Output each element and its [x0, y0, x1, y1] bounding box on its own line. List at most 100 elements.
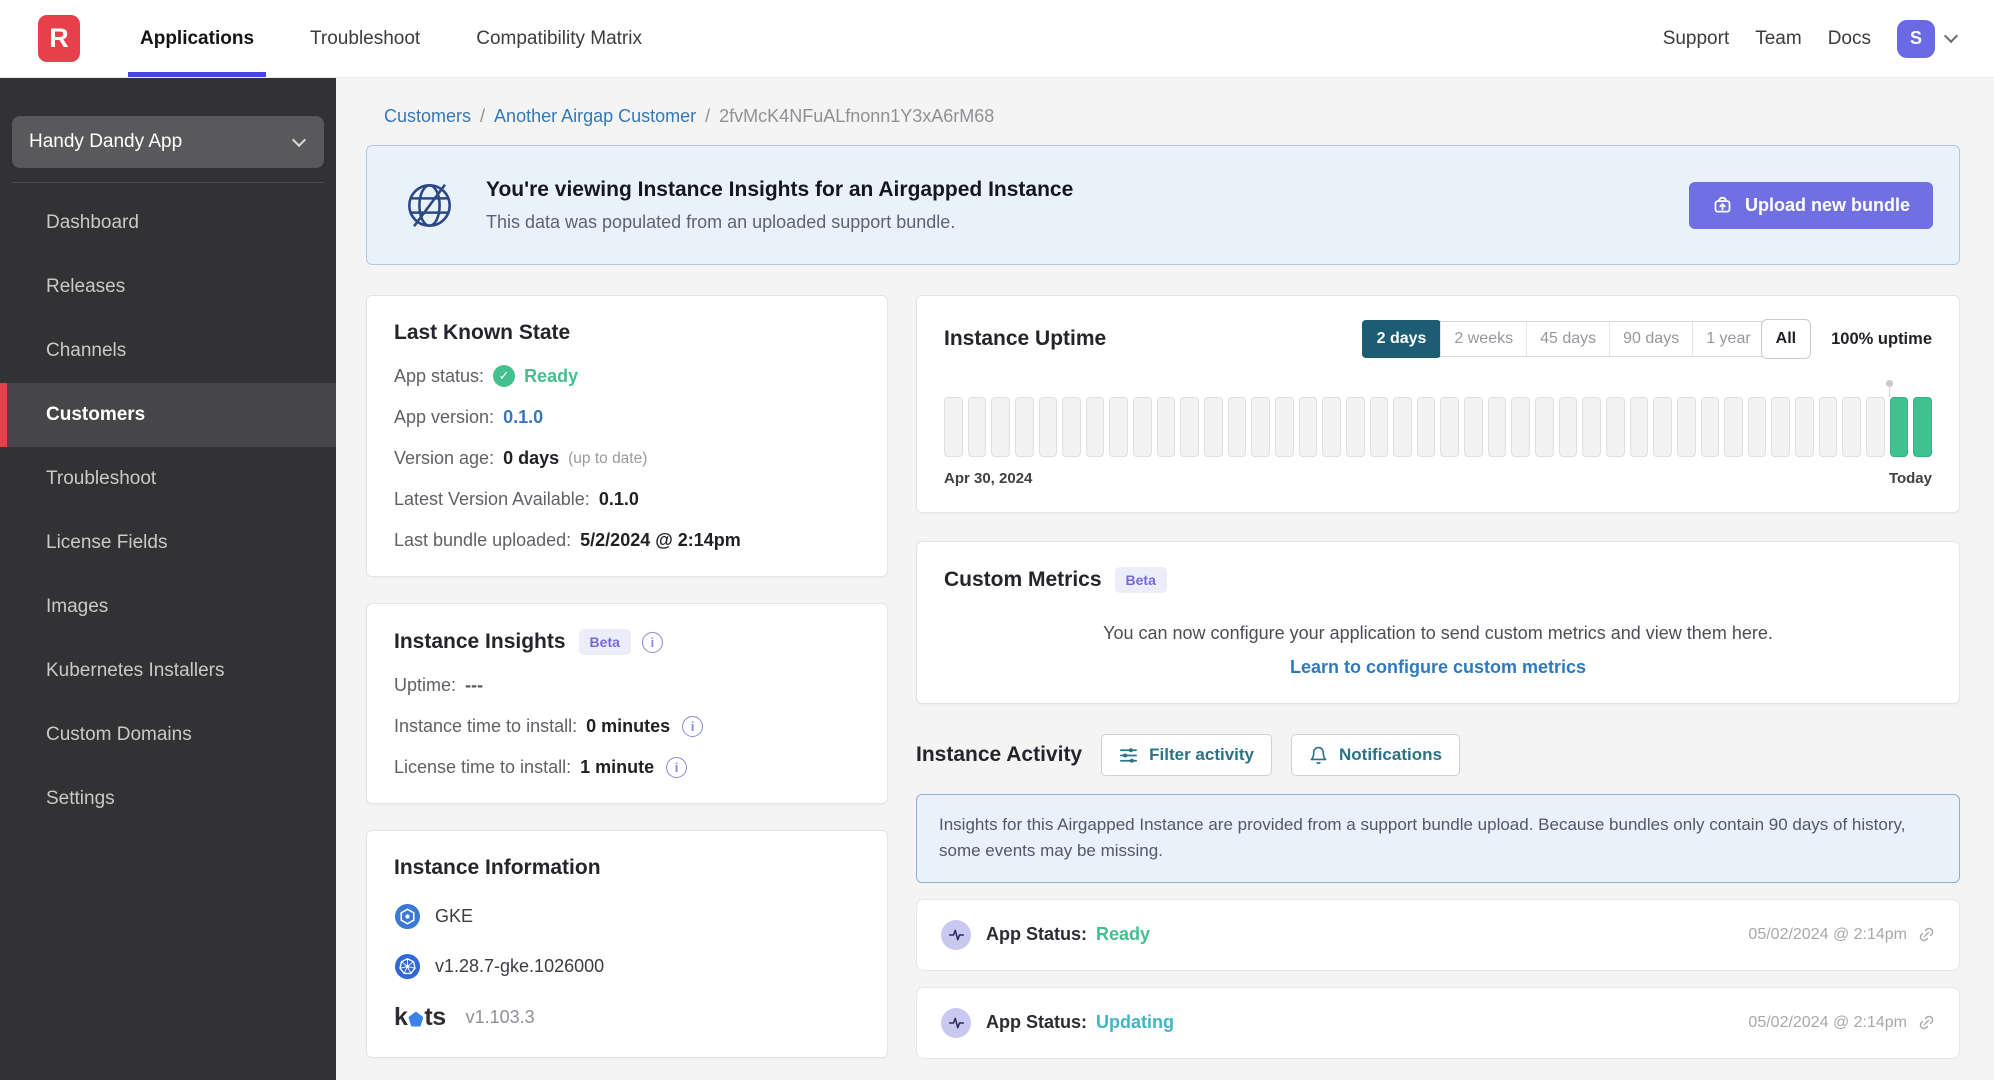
uptime-bar[interactable] [991, 397, 1010, 457]
row-label: Uptime: [394, 675, 457, 695]
info-icon[interactable] [666, 757, 688, 778]
uptime-bar[interactable] [1487, 397, 1507, 457]
card-title: Instance Information [394, 856, 601, 879]
custom-metrics-description: You can now configure your application t… [1103, 623, 1773, 643]
uptime-bar[interactable] [1014, 397, 1034, 457]
sidebar-item[interactable]: Kubernetes Installers [0, 639, 336, 703]
sidebar-item[interactable]: Releases [0, 255, 336, 319]
uptime-bar[interactable] [1180, 397, 1200, 457]
uptime-bar[interactable] [1133, 397, 1152, 457]
uptime-bar[interactable] [1653, 397, 1672, 457]
breadcrumb-item: / Another Airgap Customer [471, 106, 696, 127]
app-logo[interactable]: R [38, 15, 80, 62]
uptime-bar[interactable] [1582, 397, 1601, 457]
sidebar-item[interactable]: Custom Domains [0, 703, 336, 767]
sidebar-item[interactable]: Images [0, 575, 336, 639]
uptime-range-button[interactable]: 2 days [1361, 320, 1442, 358]
sidebar-nav: Dashboard Releases Channels Customers Troubl… [0, 191, 336, 831]
uptime-bar[interactable] [1440, 397, 1460, 457]
uptime-start-label: Apr 30, 2024 [944, 470, 1033, 487]
uptime-bar[interactable] [1251, 397, 1270, 457]
filter-activity-label: Filter activity [1149, 745, 1254, 764]
breadcrumb-link[interactable]: Customers [384, 106, 471, 127]
link-icon[interactable] [1914, 1011, 1938, 1035]
nav-item[interactable]: Applications [128, 0, 267, 77]
sidebar-item[interactable]: License Fields [0, 511, 336, 575]
info-row: App status: Ready [394, 365, 860, 387]
uptime-bar[interactable] [1795, 397, 1814, 457]
banner-text: You're viewing Instance Insights for an … [486, 178, 1073, 233]
filter-activity-button[interactable]: Filter activity [1101, 734, 1272, 776]
account-menu[interactable]: S [1897, 19, 1959, 58]
uptime-bar[interactable] [1558, 397, 1578, 457]
uptime-bar[interactable] [1416, 397, 1436, 457]
uptime-bar[interactable] [1085, 397, 1105, 457]
uptime-bar[interactable] [1842, 397, 1861, 457]
uptime-bar[interactable] [1700, 397, 1720, 457]
activity-row: App Status: Ready 05/02/2024 @ 2:14pm [916, 898, 1960, 971]
uptime-range-button[interactable]: 1 year [1692, 322, 1763, 356]
uptime-bar[interactable] [1535, 397, 1554, 457]
nav-item[interactable]: Compatibility Matrix [464, 0, 654, 77]
uptime-bar[interactable] [1156, 397, 1176, 457]
uptime-bar[interactable] [1322, 397, 1341, 457]
avatar[interactable]: S [1897, 19, 1935, 58]
nav-item[interactable]: Team [1755, 28, 1801, 50]
link-icon[interactable] [1914, 923, 1938, 947]
sidebar-item[interactable]: Customers [0, 383, 336, 447]
info-icon[interactable] [682, 716, 704, 737]
uptime-bar[interactable] [1204, 397, 1223, 457]
uptime-bar[interactable] [1913, 397, 1932, 457]
nav-item[interactable]: Docs [1828, 28, 1871, 50]
configure-custom-metrics-link[interactable]: Learn to configure custom metrics [944, 657, 1932, 678]
uptime-bar[interactable] [1676, 397, 1696, 457]
uptime-bar[interactable] [1511, 397, 1531, 457]
upload-new-bundle-button[interactable]: Upload new bundle [1689, 181, 1933, 229]
notifications-button[interactable]: Notifications [1291, 734, 1460, 776]
sidebar-item[interactable]: Channels [0, 319, 336, 383]
uptime-bar[interactable] [1605, 397, 1625, 457]
uptime-bar[interactable] [944, 397, 963, 457]
sidebar-item[interactable]: Settings [0, 767, 336, 831]
uptime-bar[interactable] [1865, 397, 1885, 457]
uptime-bar[interactable] [1345, 397, 1365, 457]
uptime-range-button[interactable]: 2 weeks [1440, 322, 1526, 356]
uptime-bar[interactable] [967, 397, 987, 457]
nav-item[interactable]: Troubleshoot [298, 0, 432, 77]
uptime-bar[interactable] [1274, 397, 1294, 457]
uptime-bar[interactable] [1885, 380, 1909, 457]
uptime-range-button[interactable]: All [1761, 320, 1811, 358]
uptime-bar[interactable] [1109, 397, 1129, 457]
breadcrumb-item: Customers [366, 106, 471, 127]
uptime-bar[interactable] [1298, 397, 1318, 457]
sidebar-item[interactable]: Troubleshoot [0, 447, 336, 511]
uptime-bar[interactable] [1747, 397, 1767, 457]
uptime-bar[interactable] [1771, 397, 1791, 457]
breadcrumb-link[interactable]: 2fvMcK4NFuALfnonn1Y3xA6rM68 [719, 106, 994, 127]
uptime-bar[interactable] [1062, 397, 1081, 457]
instance-activity-header: Instance Activity Filter activity Notifi… [916, 734, 1960, 776]
uptime-bar[interactable] [1464, 397, 1483, 457]
kots-wordmark: k [394, 1003, 408, 1031]
bell-icon [1310, 746, 1327, 764]
info-icon[interactable] [641, 631, 663, 653]
uptime-bar[interactable] [1393, 397, 1412, 457]
sidebar: Handy Dandy App Dashboard Releases Channel… [0, 78, 336, 1080]
app-selector-dropdown[interactable]: Handy Dandy App [12, 116, 324, 168]
activity-value: Ready [1096, 924, 1151, 945]
uptime-bar[interactable] [1818, 397, 1838, 457]
nav-item[interactable]: Support [1663, 28, 1730, 50]
uptime-bar[interactable] [1369, 397, 1389, 457]
uptime-bar[interactable] [1724, 397, 1743, 457]
uptime-bar[interactable] [1038, 397, 1058, 457]
banner-title: You're viewing Instance Insights for an … [486, 177, 1074, 201]
uptime-range-selector: 2 days 2 weeks 45 days 90 days 1 year All [1361, 320, 1811, 358]
uptime-bar[interactable] [1629, 397, 1649, 457]
uptime-range-button[interactable]: 45 days [1526, 322, 1609, 356]
upload-button-label: Upload new bundle [1745, 194, 1910, 215]
uptime-range-button[interactable]: 90 days [1609, 322, 1692, 356]
sidebar-item[interactable]: Dashboard [0, 191, 336, 255]
uptime-bar[interactable] [1227, 397, 1247, 457]
filter-icon [1120, 747, 1138, 763]
breadcrumb-link[interactable]: Another Airgap Customer [494, 106, 696, 127]
